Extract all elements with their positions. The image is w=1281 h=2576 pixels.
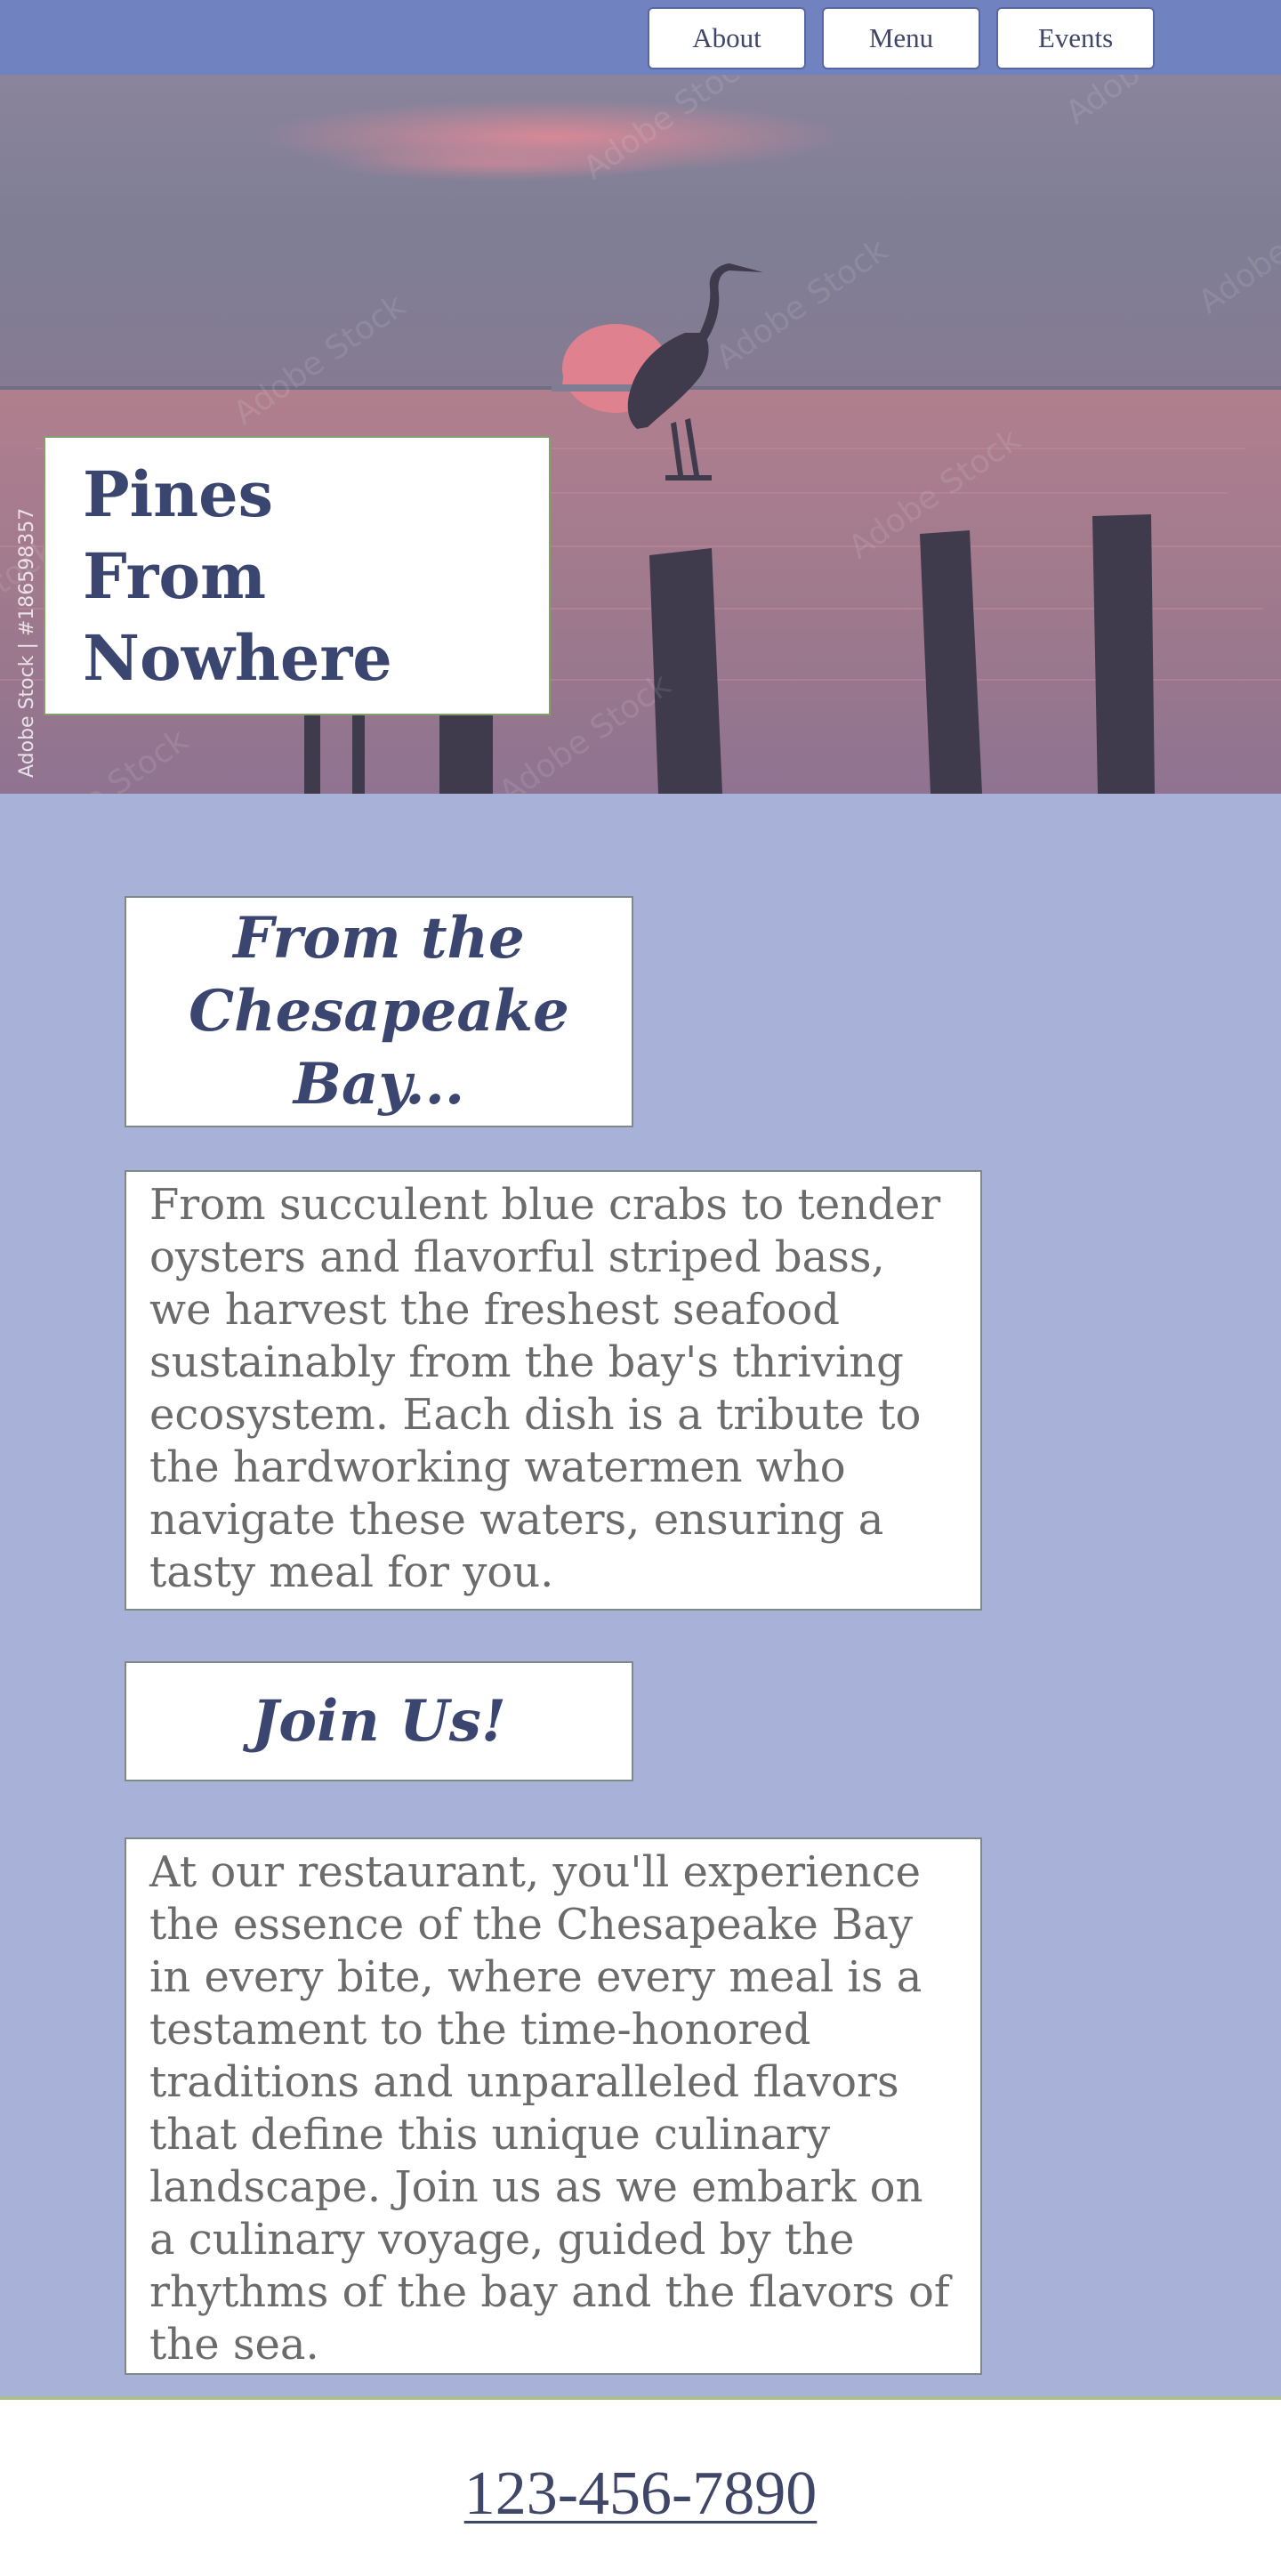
stock-watermark: Adobe Stock | #186598357 <box>16 507 38 778</box>
section-heading-box: From the Chesapeake Bay... <box>125 896 633 1127</box>
phone-link[interactable]: 123-456-7890 <box>0 2459 1281 2530</box>
nav-about-button[interactable]: About <box>648 7 806 69</box>
section-heading-chesapeake: From the Chesapeake Bay... <box>189 905 569 1118</box>
footer: 123-456-7890 <box>0 2396 1281 2576</box>
section-heading-box: Join Us! <box>125 1661 633 1781</box>
site-title: Pines From Nowhere <box>83 457 392 695</box>
section-heading-join-us: Join Us! <box>251 1687 507 1755</box>
top-navbar: About Menu Events <box>0 0 1281 76</box>
nav-menu-button[interactable]: Menu <box>822 7 980 69</box>
hero-title-box: Pines From Nowhere <box>44 436 551 715</box>
hero-banner: Adobe Stock Adobe Stock Adobe Stock Adob… <box>0 75 1281 794</box>
section-body-box: At our restaurant, you'll experience the… <box>125 1837 982 2375</box>
nav-events-button[interactable]: Events <box>996 7 1155 69</box>
section-body-join-us: At our restaurant, you'll experience the… <box>149 1847 950 2370</box>
section-body-box: From succulent blue crabs to tender oyst… <box>125 1170 982 1611</box>
section-body-chesapeake: From succulent blue crabs to tender oyst… <box>149 1180 941 1597</box>
